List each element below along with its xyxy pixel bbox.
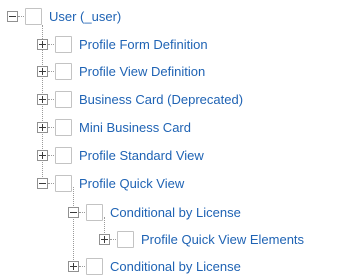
tree-node-profile-quick-view-elements[interactable]: Profile Quick View Elements xyxy=(99,228,304,250)
node-icon xyxy=(117,230,134,248)
tree-connector xyxy=(18,15,24,17)
node-icon xyxy=(55,174,72,192)
node-icon xyxy=(55,118,72,136)
tree-node-profile-view-definition[interactable]: Profile View Definition xyxy=(37,60,205,82)
tree-connector xyxy=(110,238,116,240)
expand-icon[interactable] xyxy=(37,149,48,161)
tree-connector xyxy=(79,265,85,267)
node-icon xyxy=(55,35,72,53)
tree-node-label[interactable]: Conditional by License xyxy=(110,205,241,220)
tree-connector xyxy=(48,70,54,72)
tree-connector xyxy=(48,43,54,45)
tree-connector xyxy=(48,154,54,156)
tree-node-conditional-by-license-2[interactable]: Conditional by License xyxy=(68,255,241,277)
collapse-icon[interactable] xyxy=(68,206,79,218)
tree-node-business-card[interactable]: Business Card (Deprecated) xyxy=(37,88,243,110)
tree-node-label[interactable]: Profile View Definition xyxy=(79,64,205,79)
node-icon xyxy=(25,7,42,25)
tree-connector xyxy=(79,211,85,213)
tree-node-profile-quick-view[interactable]: Profile Quick View xyxy=(37,172,184,194)
expand-icon[interactable] xyxy=(37,38,48,50)
expand-icon[interactable] xyxy=(37,65,48,77)
tree-node-label[interactable]: Conditional by License xyxy=(110,259,241,274)
collapse-icon[interactable] xyxy=(37,177,48,189)
tree-connector xyxy=(48,126,54,128)
tree-node-root[interactable]: User (_user) xyxy=(7,5,121,27)
tree-node-label[interactable]: Profile Quick View Elements xyxy=(141,232,304,247)
expand-icon[interactable] xyxy=(37,121,48,133)
node-icon xyxy=(86,257,103,275)
tree-node-profile-standard-view[interactable]: Profile Standard View xyxy=(37,144,204,166)
expand-icon[interactable] xyxy=(99,233,110,245)
tree-node-profile-form-definition[interactable]: Profile Form Definition xyxy=(37,33,208,55)
node-icon xyxy=(55,90,72,108)
tree-view: User (_user) Profile Form Definition Pro… xyxy=(0,0,339,280)
tree-node-mini-business-card[interactable]: Mini Business Card xyxy=(37,116,191,138)
tree-node-label[interactable]: Profile Quick View xyxy=(79,176,184,191)
node-icon xyxy=(55,62,72,80)
tree-connector xyxy=(48,182,54,184)
tree-node-label[interactable]: Profile Standard View xyxy=(79,148,204,163)
tree-node-label[interactable]: Mini Business Card xyxy=(79,120,191,135)
expand-icon[interactable] xyxy=(68,260,79,272)
tree-node-label[interactable]: User (_user) xyxy=(49,9,121,24)
tree-connector xyxy=(48,98,54,100)
collapse-icon[interactable] xyxy=(7,10,18,22)
expand-icon[interactable] xyxy=(37,93,48,105)
node-icon xyxy=(55,146,72,164)
tree-node-label[interactable]: Business Card (Deprecated) xyxy=(79,92,243,107)
tree-node-conditional-by-license[interactable]: Conditional by License xyxy=(68,201,241,223)
tree-node-label[interactable]: Profile Form Definition xyxy=(79,37,208,52)
node-icon xyxy=(86,203,103,221)
